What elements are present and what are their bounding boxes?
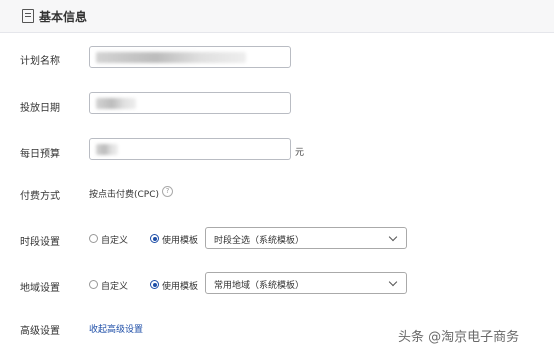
budget-unit: 元 (295, 148, 305, 158)
region-template-label[interactable]: 使用模板 (162, 279, 198, 292)
time-template-label[interactable]: 使用模板 (162, 233, 198, 246)
chevron-down-icon (388, 277, 398, 287)
time-select-value: 时段全选（系统模板） (214, 236, 305, 246)
budget-label: 每日预算 (20, 149, 60, 160)
blurred-value (96, 98, 136, 109)
payment-value: 按点击付费(CPC) (89, 190, 160, 200)
collapse-advanced-link[interactable]: 收起高级设置 (89, 322, 143, 335)
help-icon[interactable]: ? (162, 186, 173, 197)
document-icon (22, 9, 34, 23)
plan-name-label: 计划名称 (20, 56, 60, 67)
region-template-select[interactable]: 常用地域（系统模板） (205, 272, 407, 294)
budget-input[interactable] (89, 138, 291, 160)
time-custom-radio[interactable] (89, 234, 98, 243)
date-label: 投放日期 (20, 103, 60, 114)
region-custom-radio[interactable] (89, 280, 98, 289)
chevron-down-icon (388, 232, 398, 242)
payment-label: 付费方式 (20, 191, 60, 202)
region-label: 地域设置 (20, 283, 60, 294)
blurred-value (96, 52, 246, 63)
time-label: 时段设置 (20, 237, 60, 248)
region-template-radio[interactable] (150, 280, 159, 289)
section-header: 基本信息 (0, 0, 554, 33)
section-title: 基本信息 (39, 10, 88, 24)
plan-name-input[interactable] (89, 46, 291, 68)
advanced-label: 高级设置 (20, 326, 60, 337)
time-custom-label[interactable]: 自定义 (101, 233, 128, 246)
region-select-value: 常用地域（系统模板） (214, 281, 305, 291)
time-template-select[interactable]: 时段全选（系统模板） (205, 227, 407, 249)
region-custom-label[interactable]: 自定义 (101, 279, 128, 292)
time-template-radio[interactable] (150, 234, 159, 243)
blurred-value (96, 144, 118, 155)
watermark: 头条 @淘京电子商务 (398, 330, 520, 345)
date-input[interactable] (89, 92, 291, 114)
